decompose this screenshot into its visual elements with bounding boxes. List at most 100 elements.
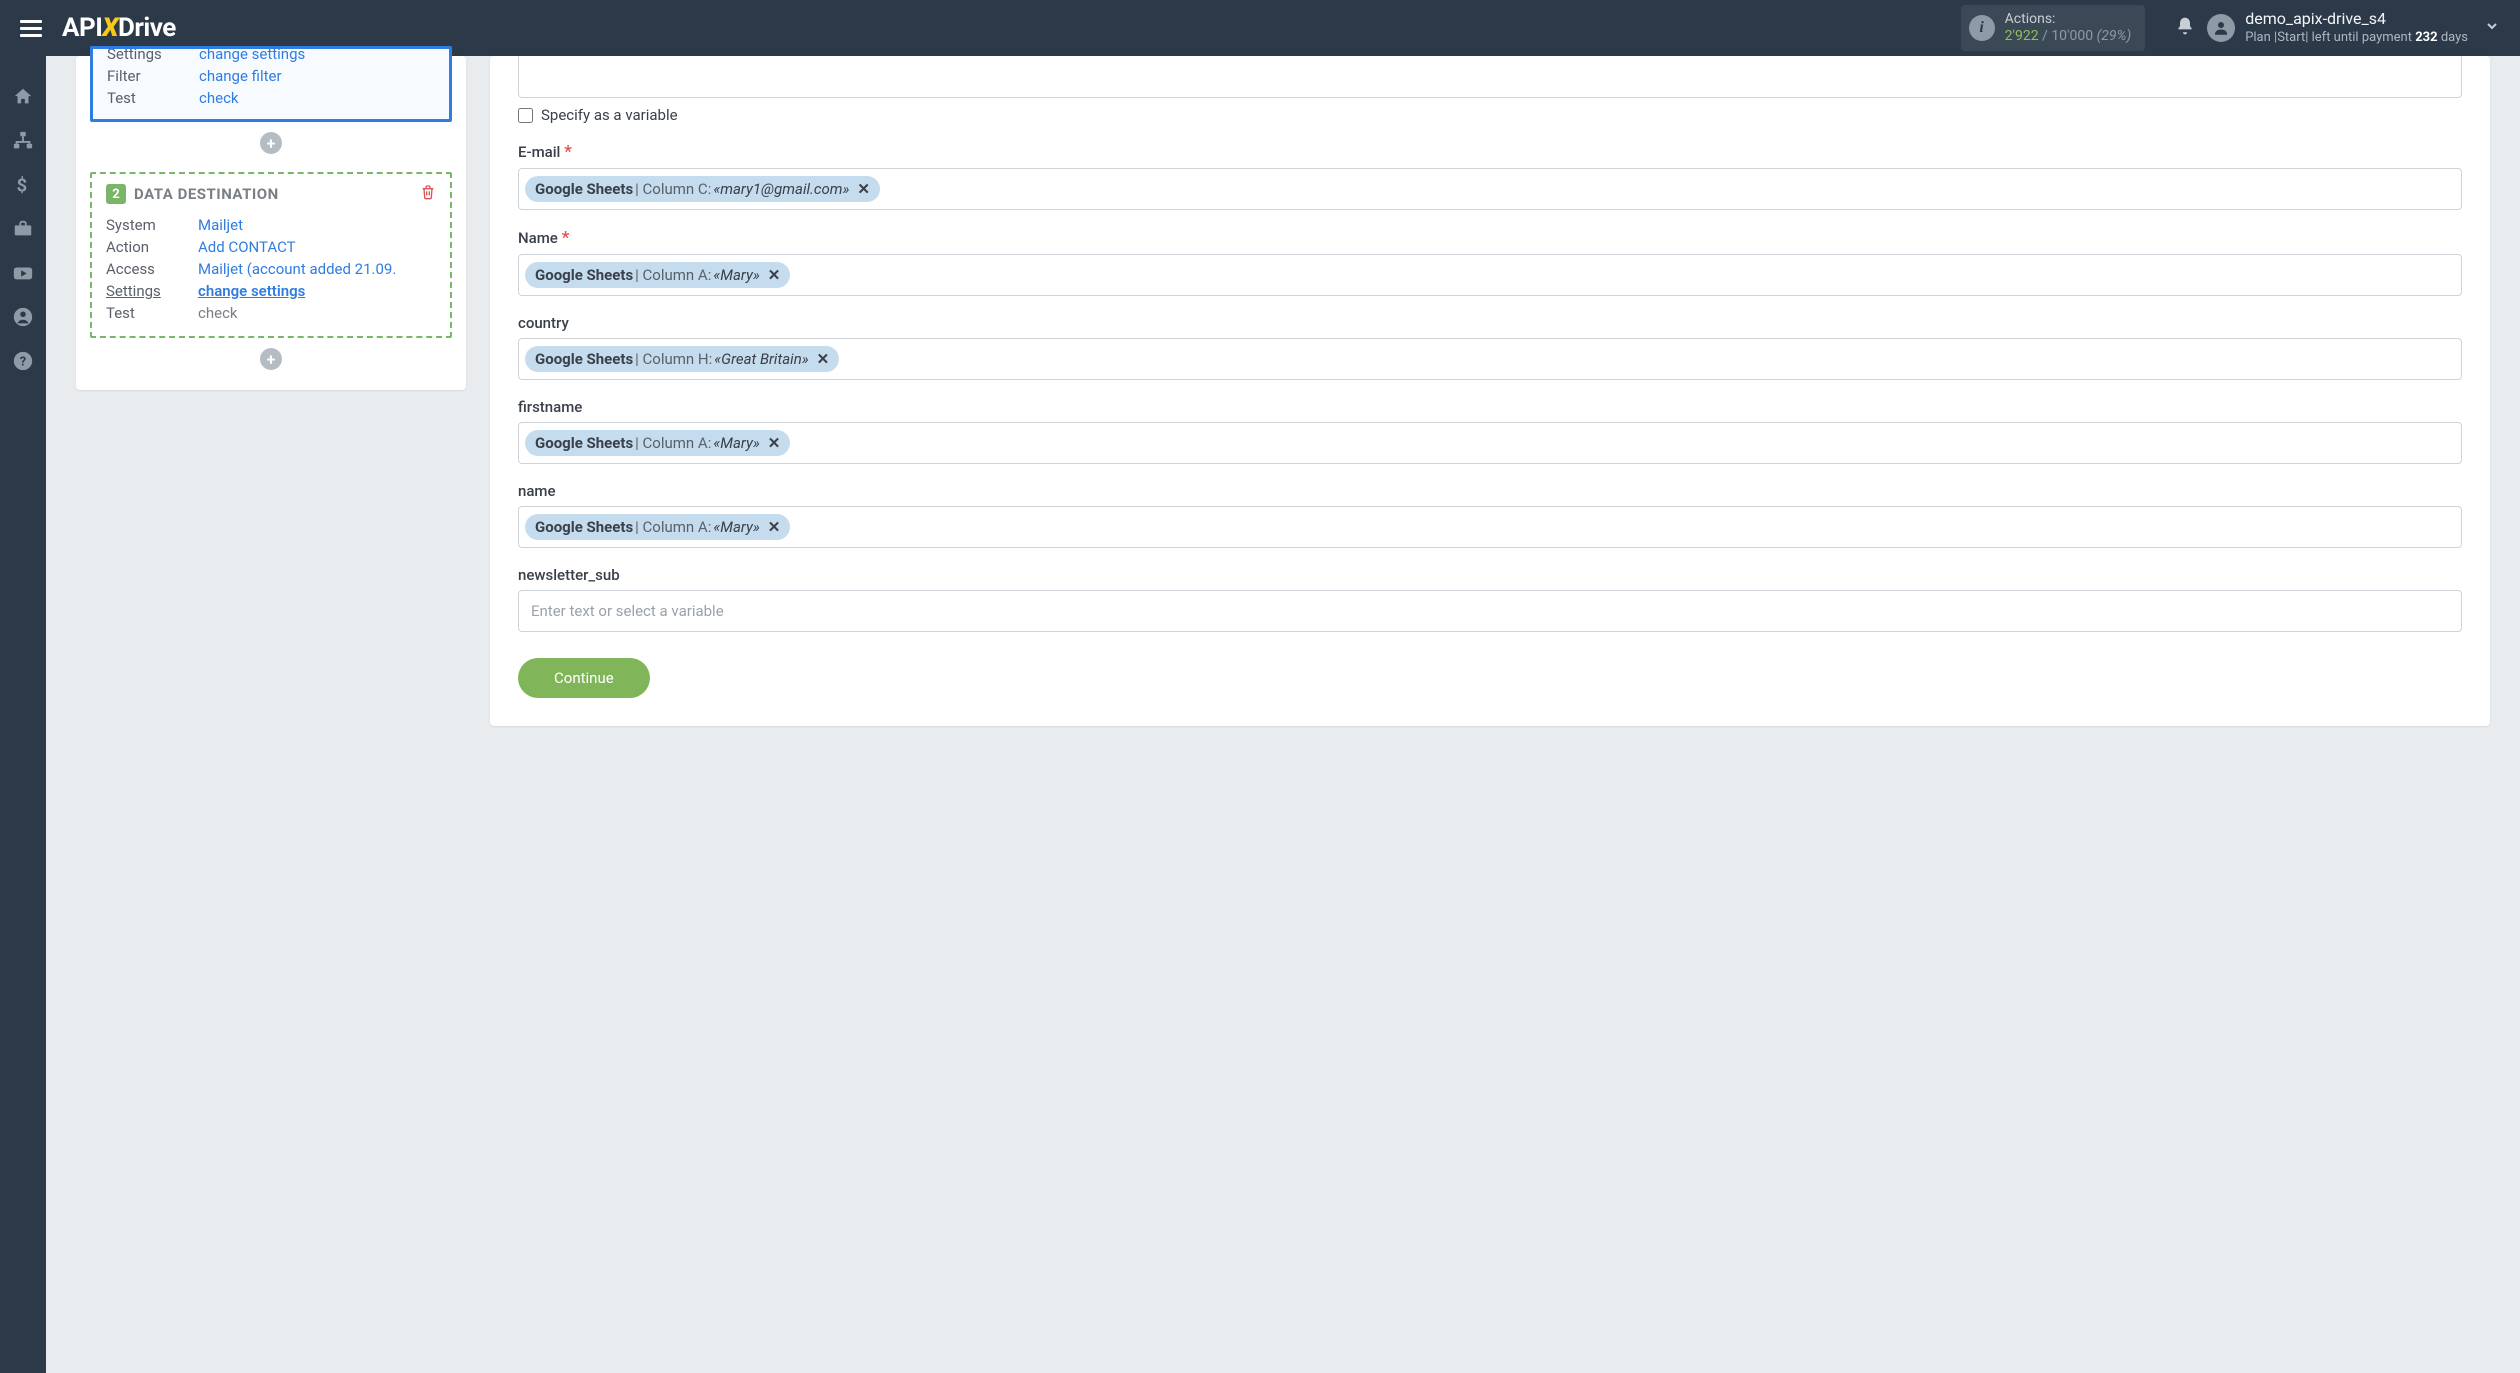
row-label: Filter: [107, 67, 199, 85]
tag-value: «Mary»: [713, 518, 759, 536]
form-group: Name *Google Sheets | Column A: «Mary»✕: [518, 228, 2462, 296]
remove-tag-icon[interactable]: ✕: [768, 434, 781, 452]
billing-icon[interactable]: $: [12, 174, 34, 196]
left-panel: Settingschange settings Filterchange filt…: [76, 56, 466, 390]
row-label: Access: [106, 260, 198, 278]
tag-source: Google Sheets: [535, 434, 633, 452]
card-row: Filterchange filter: [107, 65, 435, 87]
field-label: firstname: [518, 398, 2462, 416]
connections-icon[interactable]: [12, 130, 34, 152]
required-star: *: [564, 142, 572, 162]
tag-source: Google Sheets: [535, 518, 633, 536]
row-link: check: [198, 304, 238, 322]
specify-variable-row: Specify as a variable: [518, 106, 2462, 124]
actions-sep: /: [2039, 28, 2052, 44]
user-plan: Plan |Start| left until payment 232 days: [2245, 30, 2468, 47]
data-destination-card: 2 DATA DESTINATION SystemMailjetActionAd…: [90, 172, 452, 338]
field-label: Name *: [518, 228, 2462, 248]
remove-tag-icon[interactable]: ✕: [768, 266, 781, 284]
data-source-card: Settingschange settingsFilterchange filt…: [90, 46, 452, 122]
svg-text:$: $: [17, 175, 28, 196]
logo-drive: Drive: [118, 13, 176, 43]
hamburger-icon[interactable]: [14, 10, 48, 47]
card-row: AccessMailjet (account added 21.09.: [106, 258, 436, 280]
actions-percent: (29%): [2097, 28, 2132, 44]
field-label: newsletter_sub: [518, 566, 2462, 584]
remove-tag-icon[interactable]: ✕: [857, 180, 870, 198]
variable-tag[interactable]: Google Sheets | Column H: «Great Britain…: [525, 346, 839, 372]
row-label: System: [106, 216, 198, 234]
text-input[interactable]: [518, 590, 2462, 632]
home-icon[interactable]: [12, 86, 34, 108]
logo-x: X: [102, 13, 118, 43]
field-input-top[interactable]: [518, 56, 2462, 98]
form-group: name Google Sheets | Column A: «Mary»✕: [518, 482, 2462, 548]
dest-card-title: DATA DESTINATION: [134, 185, 412, 203]
field-label: name: [518, 482, 2462, 500]
row-link[interactable]: Mailjet: [198, 216, 243, 234]
briefcase-icon[interactable]: [12, 218, 34, 240]
logo-api: API: [62, 13, 102, 43]
tag-input[interactable]: Google Sheets | Column C: «mary1@gmail.c…: [518, 168, 2462, 210]
form-group: firstname Google Sheets | Column A: «Mar…: [518, 398, 2462, 464]
user-block[interactable]: demo_apix-drive_s4 Plan |Start| left unt…: [2207, 9, 2478, 47]
row-label: Test: [106, 304, 198, 322]
chevron-down-icon[interactable]: [2478, 12, 2506, 44]
card-row: Settingschange settings: [107, 46, 435, 65]
add-step-button[interactable]: +: [260, 132, 282, 154]
tag-value: «Mary»: [713, 434, 759, 452]
row-link[interactable]: Mailjet (account added 21.09.: [198, 260, 396, 278]
card-row: Testcheck: [106, 302, 436, 324]
actions-label: Actions:: [2005, 11, 2132, 28]
remove-tag-icon[interactable]: ✕: [817, 350, 830, 368]
row-link[interactable]: change settings: [198, 282, 305, 300]
tag-source: Google Sheets: [535, 266, 633, 284]
user-avatar-icon: [2207, 14, 2235, 42]
help-icon[interactable]: ?: [12, 350, 34, 372]
row-value[interactable]: check: [199, 89, 239, 107]
specify-variable-checkbox[interactable]: [518, 108, 533, 123]
row-value[interactable]: change filter: [199, 67, 282, 85]
trash-icon[interactable]: [420, 184, 436, 204]
card-row: SystemMailjet: [106, 214, 436, 236]
field-label: E-mail *: [518, 142, 2462, 162]
field-label: country: [518, 314, 2462, 332]
bell-icon[interactable]: [2175, 16, 2195, 40]
tag-input[interactable]: Google Sheets | Column A: «Mary»✕: [518, 254, 2462, 296]
tag-input[interactable]: Google Sheets | Column H: «Great Britain…: [518, 338, 2462, 380]
tag-input[interactable]: Google Sheets | Column A: «Mary»✕: [518, 422, 2462, 464]
row-label: Settings: [106, 282, 198, 300]
tag-value: «mary1@gmail.com»: [713, 180, 849, 198]
continue-button[interactable]: Continue: [518, 658, 650, 698]
variable-tag[interactable]: Google Sheets | Column C: «mary1@gmail.c…: [525, 176, 880, 202]
logo[interactable]: APIXDrive: [62, 13, 176, 43]
row-link[interactable]: Add CONTACT: [198, 238, 296, 256]
form-group: country Google Sheets | Column H: «Great…: [518, 314, 2462, 380]
left-sidebar: $ ?: [0, 56, 46, 1373]
variable-tag[interactable]: Google Sheets | Column A: «Mary»✕: [525, 262, 790, 288]
actions-count: 2'922: [2005, 28, 2039, 44]
add-step-button[interactable]: +: [260, 348, 282, 370]
row-value[interactable]: change settings: [199, 46, 305, 63]
tag-value: «Mary»: [713, 266, 759, 284]
form-group: newsletter_sub: [518, 566, 2462, 632]
row-label: Test: [107, 89, 199, 107]
variable-tag[interactable]: Google Sheets | Column A: «Mary»✕: [525, 514, 790, 540]
row-label: Settings: [107, 46, 199, 63]
actions-counter[interactable]: i Actions: 2'922 / 10'000 (29%): [1961, 5, 2146, 51]
tag-source: Google Sheets: [535, 350, 633, 368]
actions-text: Actions: 2'922 / 10'000 (29%): [2005, 11, 2132, 45]
card-row: Settingschange settings: [106, 280, 436, 302]
tag-value: «Great Britain»: [714, 350, 808, 368]
tag-source: Google Sheets: [535, 180, 633, 198]
remove-tag-icon[interactable]: ✕: [768, 518, 781, 536]
step-badge: 2: [106, 184, 126, 204]
actions-total: 10'000: [2051, 28, 2093, 44]
user-name: demo_apix-drive_s4: [2245, 9, 2468, 30]
profile-icon[interactable]: [12, 306, 34, 328]
youtube-icon[interactable]: [12, 262, 34, 284]
variable-tag[interactable]: Google Sheets | Column A: «Mary»✕: [525, 430, 790, 456]
right-panel: Specify as a variable E-mail * Google She…: [490, 56, 2490, 726]
required-star: *: [562, 228, 570, 248]
tag-input[interactable]: Google Sheets | Column A: «Mary»✕: [518, 506, 2462, 548]
